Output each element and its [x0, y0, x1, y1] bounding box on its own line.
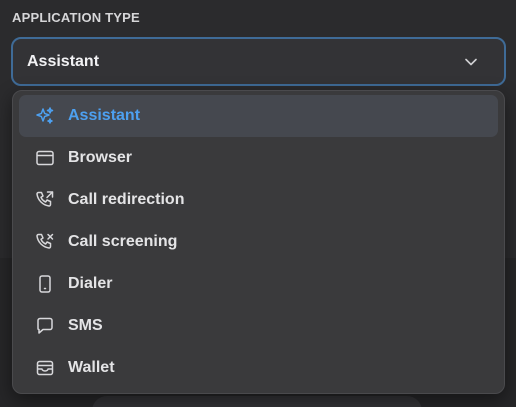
menu-item-wallet[interactable]: Wallet: [19, 347, 498, 389]
menu-item-label: Browser: [68, 149, 133, 166]
menu-item-call-screening[interactable]: Call screening: [19, 221, 498, 263]
phone-x-icon: [34, 231, 56, 253]
section-label: APPLICATION TYPE: [12, 10, 140, 25]
menu-item-label: Dialer: [68, 275, 113, 292]
background-pill: [92, 396, 422, 407]
menu-item-label: Call screening: [68, 233, 178, 250]
application-type-select[interactable]: Assistant: [11, 37, 506, 86]
sparkles-icon: [34, 105, 56, 127]
application-type-page: APPLICATION TYPE Assistant Assistant Bro…: [0, 0, 516, 407]
browser-window-icon: [34, 147, 56, 169]
menu-item-label: SMS: [68, 317, 103, 334]
menu-item-label: Assistant: [68, 107, 141, 124]
menu-item-label: Wallet: [68, 359, 115, 376]
menu-item-call-redirection[interactable]: Call redirection: [19, 179, 498, 221]
application-type-menu: Assistant Browser Call redirection Call …: [12, 90, 505, 394]
phone-forward-icon: [34, 189, 56, 211]
menu-item-label: Call redirection: [68, 191, 185, 208]
wallet-icon: [34, 357, 56, 379]
menu-item-sms[interactable]: SMS: [19, 305, 498, 347]
chevron-down-icon: [464, 55, 478, 69]
menu-item-dialer[interactable]: Dialer: [19, 263, 498, 305]
menu-item-browser[interactable]: Browser: [19, 137, 498, 179]
select-value: Assistant: [27, 52, 100, 70]
message-bubble-icon: [34, 315, 56, 337]
menu-item-assistant[interactable]: Assistant: [19, 95, 498, 137]
smartphone-icon: [34, 273, 56, 295]
